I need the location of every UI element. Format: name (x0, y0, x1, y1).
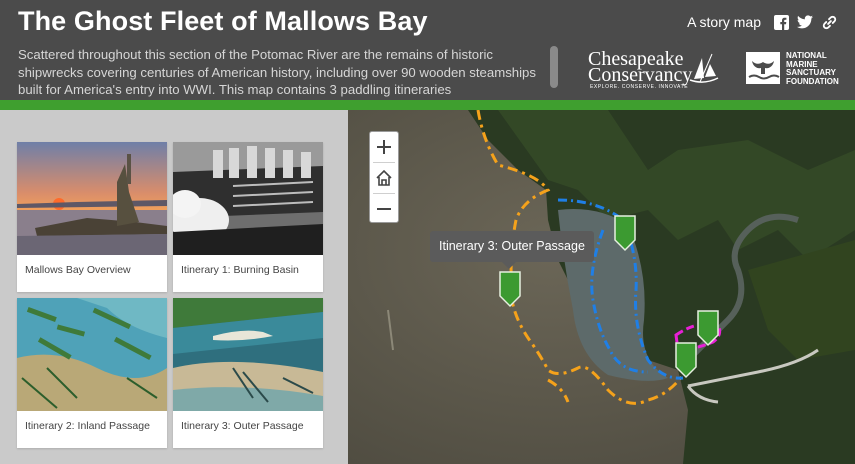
map-marker-icon[interactable] (612, 214, 638, 254)
nms-logo-text: NATIONAL MARINE SANCTUARY FOUNDATION (786, 51, 839, 86)
outer-passage-thumbnail (173, 298, 323, 411)
map-marker-icon[interactable] (673, 341, 699, 381)
card-itinerary-3[interactable]: Itinerary 3: Outer Passage (173, 298, 323, 448)
zoom-in-button[interactable] (370, 132, 398, 162)
burning-basin-thumbnail (173, 142, 323, 255)
chesapeake-conservancy-logo[interactable]: Chesapeake Conservancy EXPLORE. CONSERVE… (588, 49, 720, 92)
card-caption: Itinerary 1: Burning Basin (181, 264, 299, 276)
satellite-basemap (348, 110, 855, 464)
twitter-icon[interactable] (797, 14, 813, 30)
link-icon[interactable] (821, 14, 837, 30)
home-button[interactable] (370, 163, 398, 193)
logo-tagline: EXPLORE. CONSERVE. INNOVATE (590, 84, 689, 90)
page-title: The Ghost Fleet of Mallows Bay (18, 6, 428, 36)
card-caption: Itinerary 2: Inland Passage (25, 420, 150, 432)
card-itinerary-1[interactable]: Itinerary 1: Burning Basin (173, 142, 323, 292)
overview-thumbnail (17, 142, 167, 255)
zoom-out-button[interactable] (370, 194, 398, 224)
story-description: Scattered throughout this section of the… (18, 47, 536, 97)
map-tooltip: Itinerary 3: Outer Passage (430, 231, 594, 269)
facebook-icon[interactable] (773, 14, 789, 30)
description-scrollbar[interactable] (550, 46, 558, 88)
inland-passage-thumbnail (17, 298, 167, 411)
logo-mark-icon (689, 53, 719, 83)
accent-divider (0, 100, 855, 110)
story-panel: Mallows Bay Overview Itinerary 1: Burnin… (0, 110, 348, 464)
card-itinerary-2[interactable]: Itinerary 2: Inland Passage (17, 298, 167, 448)
logo-text: FOUNDATION (786, 76, 839, 86)
national-marine-sanctuary-logo[interactable]: NATIONAL MARINE SANCTUARY FOUNDATION (746, 51, 846, 92)
home-icon (376, 169, 392, 186)
whale-tail-icon (746, 52, 780, 84)
card-caption: Itinerary 3: Outer Passage (181, 420, 304, 432)
map-view[interactable]: Itinerary 3: Outer Passage (348, 110, 855, 464)
logo-text: Conservancy (588, 64, 693, 86)
map-marker-icon[interactable] (497, 270, 523, 310)
story-map-label: A story map (687, 14, 761, 30)
card-caption: Mallows Bay Overview (25, 264, 131, 276)
card-mallows-bay-overview[interactable]: Mallows Bay Overview (17, 142, 167, 292)
story-share-row: A story map (687, 14, 837, 30)
header: The Ghost Fleet of Mallows Bay Scattered… (0, 0, 855, 100)
zoom-control (369, 131, 399, 223)
